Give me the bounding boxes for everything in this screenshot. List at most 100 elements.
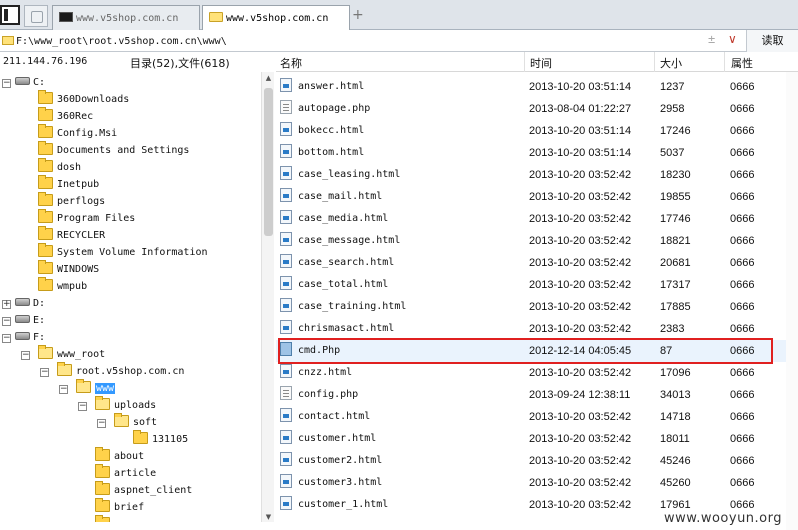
folder-icon <box>95 498 110 512</box>
html-file-icon <box>280 122 292 136</box>
tree-node[interactable]: www_root <box>38 345 105 364</box>
file-attr: 0666 <box>730 125 755 137</box>
html-file-icon <box>280 210 292 224</box>
column-time[interactable]: 时间 <box>530 55 552 71</box>
tree-node-label: RECYCLER <box>57 230 106 241</box>
tree-node[interactable]: Config.Msi <box>38 124 117 143</box>
tree-node-label: soft <box>133 417 158 428</box>
tab-file-manager[interactable]: www.v5shop.com.cn <box>202 5 350 31</box>
tree-node[interactable]: uploads <box>95 396 156 415</box>
file-row[interactable]: customer3.html 2013-10-20 03:52:42 45260 06… <box>276 472 786 494</box>
file-row[interactable]: case_message.html 2013-10-20 03:52:42 1882… <box>276 230 786 252</box>
collapse-icon[interactable]: − <box>78 402 87 411</box>
file-row[interactable]: chrismasact.html 2013-10-20 03:52:42 2383 0… <box>276 318 786 340</box>
chevron-down-icon[interactable]: ∨ <box>728 32 737 46</box>
read-button[interactable]: 读取 <box>746 30 798 52</box>
tree-node[interactable]: 360Rec <box>38 107 93 126</box>
tree-node[interactable]: Inetpub <box>38 175 99 194</box>
file-row[interactable]: answer.html 2013-10-20 03:51:14 1237 0666 <box>276 76 786 98</box>
scroll-thumb[interactable] <box>264 88 273 236</box>
tree-node[interactable]: wmpub <box>38 277 87 296</box>
folder-icon <box>95 481 110 495</box>
collapse-icon[interactable]: − <box>40 368 49 377</box>
file-name-cell: case_total.html <box>280 274 388 296</box>
column-size[interactable]: 大小 <box>660 55 682 71</box>
tree-node[interactable]: 360Downloads <box>38 90 129 109</box>
file-row[interactable]: config.php 2013-09-24 12:38:11 34013 0666 <box>276 384 786 406</box>
tree-node[interactable]: D: <box>15 296 45 313</box>
file-list-scrollbar[interactable] <box>786 72 798 530</box>
file-row[interactable]: case_media.html 2013-10-20 03:52:42 17746 0… <box>276 208 786 230</box>
column-attr[interactable]: 属性 <box>731 55 753 71</box>
tree-node[interactable]: aspnet_client <box>95 481 193 500</box>
file-row[interactable]: case_search.html 2013-10-20 03:52:42 20681… <box>276 252 786 274</box>
file-name: chrismasact.html <box>298 323 395 334</box>
file-time: 2013-10-20 03:52:42 <box>529 455 632 467</box>
file-time: 2013-10-20 03:52:42 <box>529 301 632 313</box>
tree-node[interactable] <box>95 515 114 522</box>
bookmark-toggle-icon[interactable]: ± <box>708 32 715 46</box>
folder-icon <box>95 515 110 522</box>
tree-node-label: Program Files <box>57 213 136 224</box>
collapse-icon[interactable]: − <box>59 385 68 394</box>
file-attr: 0666 <box>730 367 755 379</box>
file-name: cnzz.html <box>298 367 353 378</box>
add-tab-button[interactable]: + <box>352 7 364 23</box>
file-attr: 0666 <box>730 103 755 115</box>
file-name-cell: case_leasing.html <box>280 164 400 186</box>
file-row[interactable]: autopage.php 2013-08-04 01:22:27 2958 0666 <box>276 98 786 120</box>
tree-node-label: D: <box>33 298 46 309</box>
tree-node[interactable]: Program Files <box>38 209 136 228</box>
file-attr: 0666 <box>730 411 755 423</box>
collapse-icon[interactable]: − <box>2 317 11 326</box>
folder-icon <box>2 36 14 45</box>
file-row[interactable]: cmd.Php 2012-12-14 04:05:45 87 0666 <box>276 340 786 362</box>
tree-node[interactable]: Documents and Settings <box>38 141 189 160</box>
file-row[interactable]: cnzz.html 2013-10-20 03:52:42 17096 0666 <box>276 362 786 384</box>
column-name[interactable]: 名称 <box>280 55 302 71</box>
html-file-icon <box>280 474 292 488</box>
collapse-icon[interactable]: − <box>21 351 30 360</box>
file-size: 18821 <box>660 235 691 247</box>
html-file-icon <box>280 496 292 510</box>
scroll-down-icon[interactable]: ▼ <box>264 513 273 521</box>
tree-node[interactable]: WINDOWS <box>38 260 99 279</box>
folder-icon <box>38 260 53 274</box>
tree-node[interactable]: E: <box>15 313 45 330</box>
sidebar-toggle-icon[interactable] <box>0 5 20 25</box>
path-input[interactable] <box>16 33 706 49</box>
blank-tab-icon[interactable] <box>24 5 48 27</box>
tree-node[interactable]: System Volume Information <box>38 243 208 262</box>
tree-node[interactable]: 131105 <box>133 430 188 449</box>
file-name-cell: case_media.html <box>280 208 388 230</box>
folder-icon <box>95 447 110 461</box>
tree-node[interactable]: RECYCLER <box>38 226 106 245</box>
file-time: 2013-10-20 03:52:42 <box>529 477 632 489</box>
file-time: 2013-10-20 03:52:42 <box>529 433 632 445</box>
file-row[interactable]: case_total.html 2013-10-20 03:52:42 17317 0… <box>276 274 786 296</box>
file-row[interactable]: case_leasing.html 2013-10-20 03:52:42 1823… <box>276 164 786 186</box>
tree-node[interactable]: perflogs <box>38 192 105 211</box>
file-row[interactable]: customer.html 2013-10-20 03:52:42 18011 066… <box>276 428 786 450</box>
tab-terminal[interactable]: www.v5shop.com.cn <box>52 5 200 30</box>
file-row[interactable]: case_training.html 2013-10-20 03:52:42 178… <box>276 296 786 318</box>
collapse-icon[interactable]: − <box>2 334 11 343</box>
expand-icon[interactable]: + <box>2 300 11 309</box>
file-row[interactable]: customer2.html 2013-10-20 03:52:42 45246 06… <box>276 450 786 472</box>
file-row[interactable]: bottom.html 2013-10-20 03:51:14 5037 0666 <box>276 142 786 164</box>
file-name: customer3.html <box>298 477 383 488</box>
collapse-icon[interactable]: − <box>2 79 11 88</box>
file-size: 19855 <box>660 191 691 203</box>
file-row[interactable]: case_mail.html 2013-10-20 03:52:42 19855 06… <box>276 186 786 208</box>
scroll-up-icon[interactable]: ▲ <box>264 74 273 82</box>
collapse-icon[interactable]: − <box>97 419 106 428</box>
file-row[interactable]: bokecc.html 2013-10-20 03:51:14 17246 0666 <box>276 120 786 142</box>
tree-node[interactable]: article <box>95 464 156 483</box>
html-file-icon <box>280 320 292 334</box>
tree-scrollbar[interactable]: ▲ ▼ <box>261 72 274 522</box>
tree-node-label: aspnet_client <box>114 485 193 496</box>
folder-icon <box>38 90 53 104</box>
file-row[interactable]: contact.html 2013-10-20 03:52:42 14718 0666 <box>276 406 786 428</box>
file-size: 34013 <box>660 389 691 401</box>
file-attr: 0666 <box>730 81 755 93</box>
